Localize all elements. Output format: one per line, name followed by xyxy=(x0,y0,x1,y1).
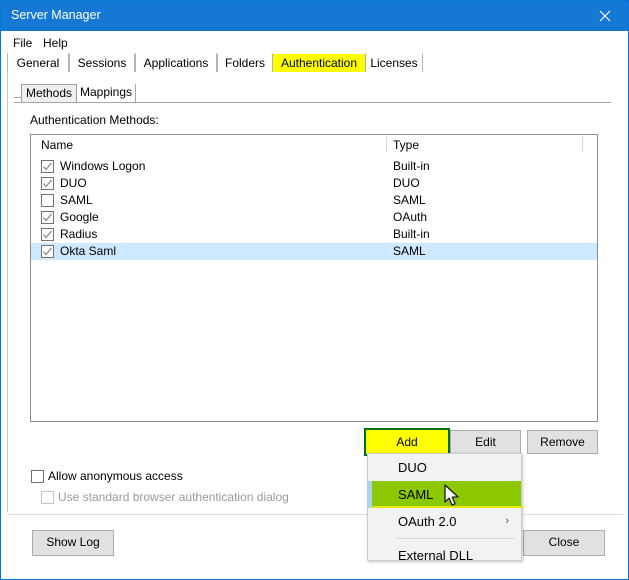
menu-separator xyxy=(396,538,515,539)
edit-button[interactable]: Edit xyxy=(450,430,521,454)
row-checkbox[interactable] xyxy=(41,245,54,258)
footer-divider xyxy=(8,514,623,515)
menu-item-oauth2-label: OAuth 2.0 xyxy=(398,514,457,529)
column-divider-2 xyxy=(582,137,583,152)
add-context-menu: DUO SAML OAuth 2.0 › External DLL xyxy=(367,453,523,563)
row-type: OAuth xyxy=(393,210,428,224)
row-checkbox[interactable] xyxy=(41,211,54,224)
menu-item-saml[interactable]: SAML xyxy=(368,481,523,508)
add-button[interactable]: Add xyxy=(367,431,447,453)
row-type: SAML xyxy=(393,244,426,258)
menu-item-help[interactable]: Help xyxy=(40,35,71,51)
authentication-methods-list[interactable]: Name Type Windows Logon Built-in DUO DUO xyxy=(30,134,598,422)
menu-item-file[interactable]: File xyxy=(10,35,35,51)
table-row[interactable]: Windows Logon Built-in xyxy=(31,158,597,175)
row-checkbox[interactable] xyxy=(41,194,54,207)
row-name: DUO xyxy=(60,176,87,190)
show-log-button[interactable]: Show Log xyxy=(32,530,114,556)
row-name: SAML xyxy=(60,193,93,207)
title-bar: Server Manager xyxy=(1,1,628,31)
table-row[interactable]: Radius Built-in xyxy=(31,226,597,243)
tab-sessions[interactable]: Sessions xyxy=(69,53,135,72)
table-row[interactable]: DUO DUO xyxy=(31,175,597,192)
inner-tab-mappings[interactable]: Mappings xyxy=(77,84,136,103)
row-name: Radius xyxy=(60,227,98,241)
tab-applications[interactable]: Applications xyxy=(135,53,217,72)
row-name: Windows Logon xyxy=(60,159,146,173)
menu-item-external-dll[interactable]: External DLL xyxy=(368,542,521,569)
column-header-name[interactable]: Name xyxy=(41,138,73,152)
row-checkbox[interactable] xyxy=(41,228,54,241)
checkbox-box[interactable] xyxy=(31,470,44,483)
server-manager-window: Server Manager File Help General Session… xyxy=(0,0,629,580)
menu-item-oauth2[interactable]: OAuth 2.0 › xyxy=(368,508,521,535)
authentication-methods-label: Authentication Methods: xyxy=(30,113,159,127)
close-button[interactable]: Close xyxy=(523,530,605,556)
row-type: DUO xyxy=(393,176,420,190)
window-title: Server Manager xyxy=(11,8,101,22)
table-row[interactable]: SAML SAML xyxy=(31,192,597,209)
menu-bar: File Help xyxy=(2,32,627,52)
table-row[interactable]: Google OAuth xyxy=(31,209,597,226)
column-header-type[interactable]: Type xyxy=(393,138,419,152)
tab-general[interactable]: General xyxy=(7,53,69,72)
tab-folders[interactable]: Folders xyxy=(217,53,273,72)
chevron-right-icon: › xyxy=(505,515,509,527)
standard-browser-dialog-label: Use standard browser authentication dial… xyxy=(58,490,289,504)
row-type: Built-in xyxy=(393,227,430,241)
list-header: Name Type xyxy=(31,135,597,156)
row-name: Okta Saml xyxy=(60,244,117,258)
close-icon[interactable] xyxy=(582,1,628,31)
row-checkbox[interactable] xyxy=(41,160,54,173)
row-name: Google xyxy=(60,210,99,224)
remove-button[interactable]: Remove xyxy=(527,430,598,454)
inner-tab-methods[interactable]: Methods xyxy=(21,84,77,103)
table-row[interactable]: Okta Saml SAML xyxy=(31,243,597,260)
menu-item-duo[interactable]: DUO xyxy=(368,454,521,481)
allow-anonymous-access-label: Allow anonymous access xyxy=(48,469,183,483)
list-rows: Windows Logon Built-in DUO DUO SAML SAML xyxy=(31,158,597,260)
checkbox-box xyxy=(41,491,54,504)
row-type: Built-in xyxy=(393,159,430,173)
column-divider-1 xyxy=(386,137,387,152)
row-checkbox[interactable] xyxy=(41,177,54,190)
tab-authentication[interactable]: Authentication xyxy=(273,53,365,72)
inner-tab-underline xyxy=(14,102,611,103)
tab-licenses[interactable]: Licenses xyxy=(365,53,423,72)
row-type: SAML xyxy=(393,193,426,207)
inner-tab-underline-left xyxy=(14,97,21,98)
add-button-highlight: Add xyxy=(364,428,450,456)
